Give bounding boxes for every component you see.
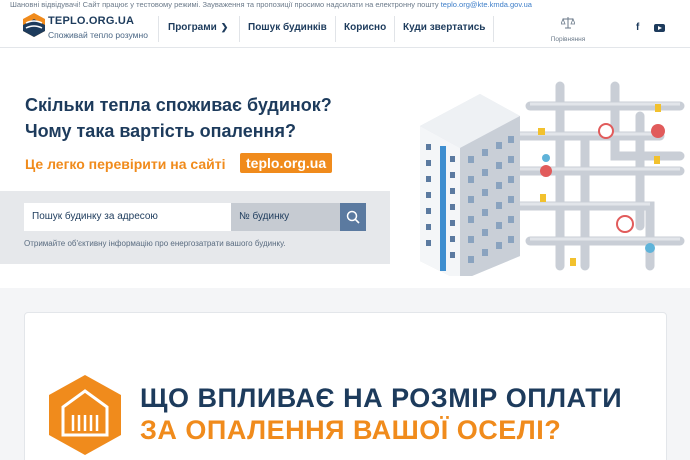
promo-text: Це легко перевірити на сайті [25, 156, 226, 172]
test-mode-notice: Шановні відвідувачі! Сайт працює у тесто… [0, 0, 690, 10]
chevron-down-icon: ❯ [220, 22, 229, 32]
heating-factors-card: ЩО ВПЛИВАЄ НА РОЗМІР ОПЛАТИ ЗА ОПАЛЕННЯ … [24, 312, 667, 460]
house-number-input[interactable]: № будинку [231, 203, 340, 231]
nav-useful[interactable]: Корисно [344, 22, 386, 33]
facebook-icon[interactable]: f [636, 22, 639, 33]
site-header: TEPLO.ORG.UA Споживай тепло розумно Прог… [0, 10, 690, 48]
nav-programs-label: Програми [168, 22, 217, 33]
divider [158, 16, 159, 42]
nav-search-buildings[interactable]: Пошук будинків [248, 22, 327, 33]
notice-text: Шановні відвідувачі! Сайт працює у тесто… [10, 0, 441, 9]
nav-programs[interactable]: Програми ❯ [168, 22, 228, 33]
youtube-icon[interactable] [654, 24, 665, 32]
scales-icon [560, 17, 576, 29]
hero-title: Скільки тепла споживає будинок? Чому так… [25, 92, 395, 144]
logo-name[interactable]: TEPLO.ORG.UA [48, 15, 134, 27]
house-heating-icon [49, 375, 121, 455]
card-title-line2: ЗА ОПАЛЕННЯ ВАШОЇ ОСЕЛІ? [140, 415, 562, 445]
divider [394, 16, 395, 42]
logo-tagline: Споживай тепло розумно [48, 30, 148, 40]
nav-contacts[interactable]: Куди звертатись [403, 22, 485, 33]
divider [335, 16, 336, 42]
logo-icon[interactable] [23, 13, 45, 37]
address-search-input[interactable]: Пошук будинку за адресою [24, 203, 231, 231]
hero-title-line1: Скільки тепла споживає будинок? [25, 95, 332, 115]
notice-email-link[interactable]: teplo.org@kte.kmda.gov.ua [441, 0, 532, 9]
card-title-line1: ЩО ВПЛИВАЄ НА РОЗМІР ОПЛАТИ [140, 383, 623, 413]
divider [493, 16, 494, 42]
building-pipes-illustration [420, 81, 685, 276]
compare-label: Порівняння [550, 36, 586, 43]
compare-button[interactable]: Порівняння [546, 16, 590, 43]
hero-title-line2: Чому така вартість опалення? [25, 121, 296, 141]
search-icon [346, 210, 360, 224]
promo-site-badge[interactable]: teplo.org.ua [240, 153, 333, 173]
hero-section: Скільки тепла споживає будинок? Чому так… [0, 48, 690, 288]
search-panel: Пошук будинку за адресою № будинку Отрим… [0, 191, 390, 264]
search-button[interactable] [340, 203, 366, 231]
divider [239, 16, 240, 42]
search-hint: Отримайте об'єктивну інформацію про енер… [24, 239, 286, 248]
